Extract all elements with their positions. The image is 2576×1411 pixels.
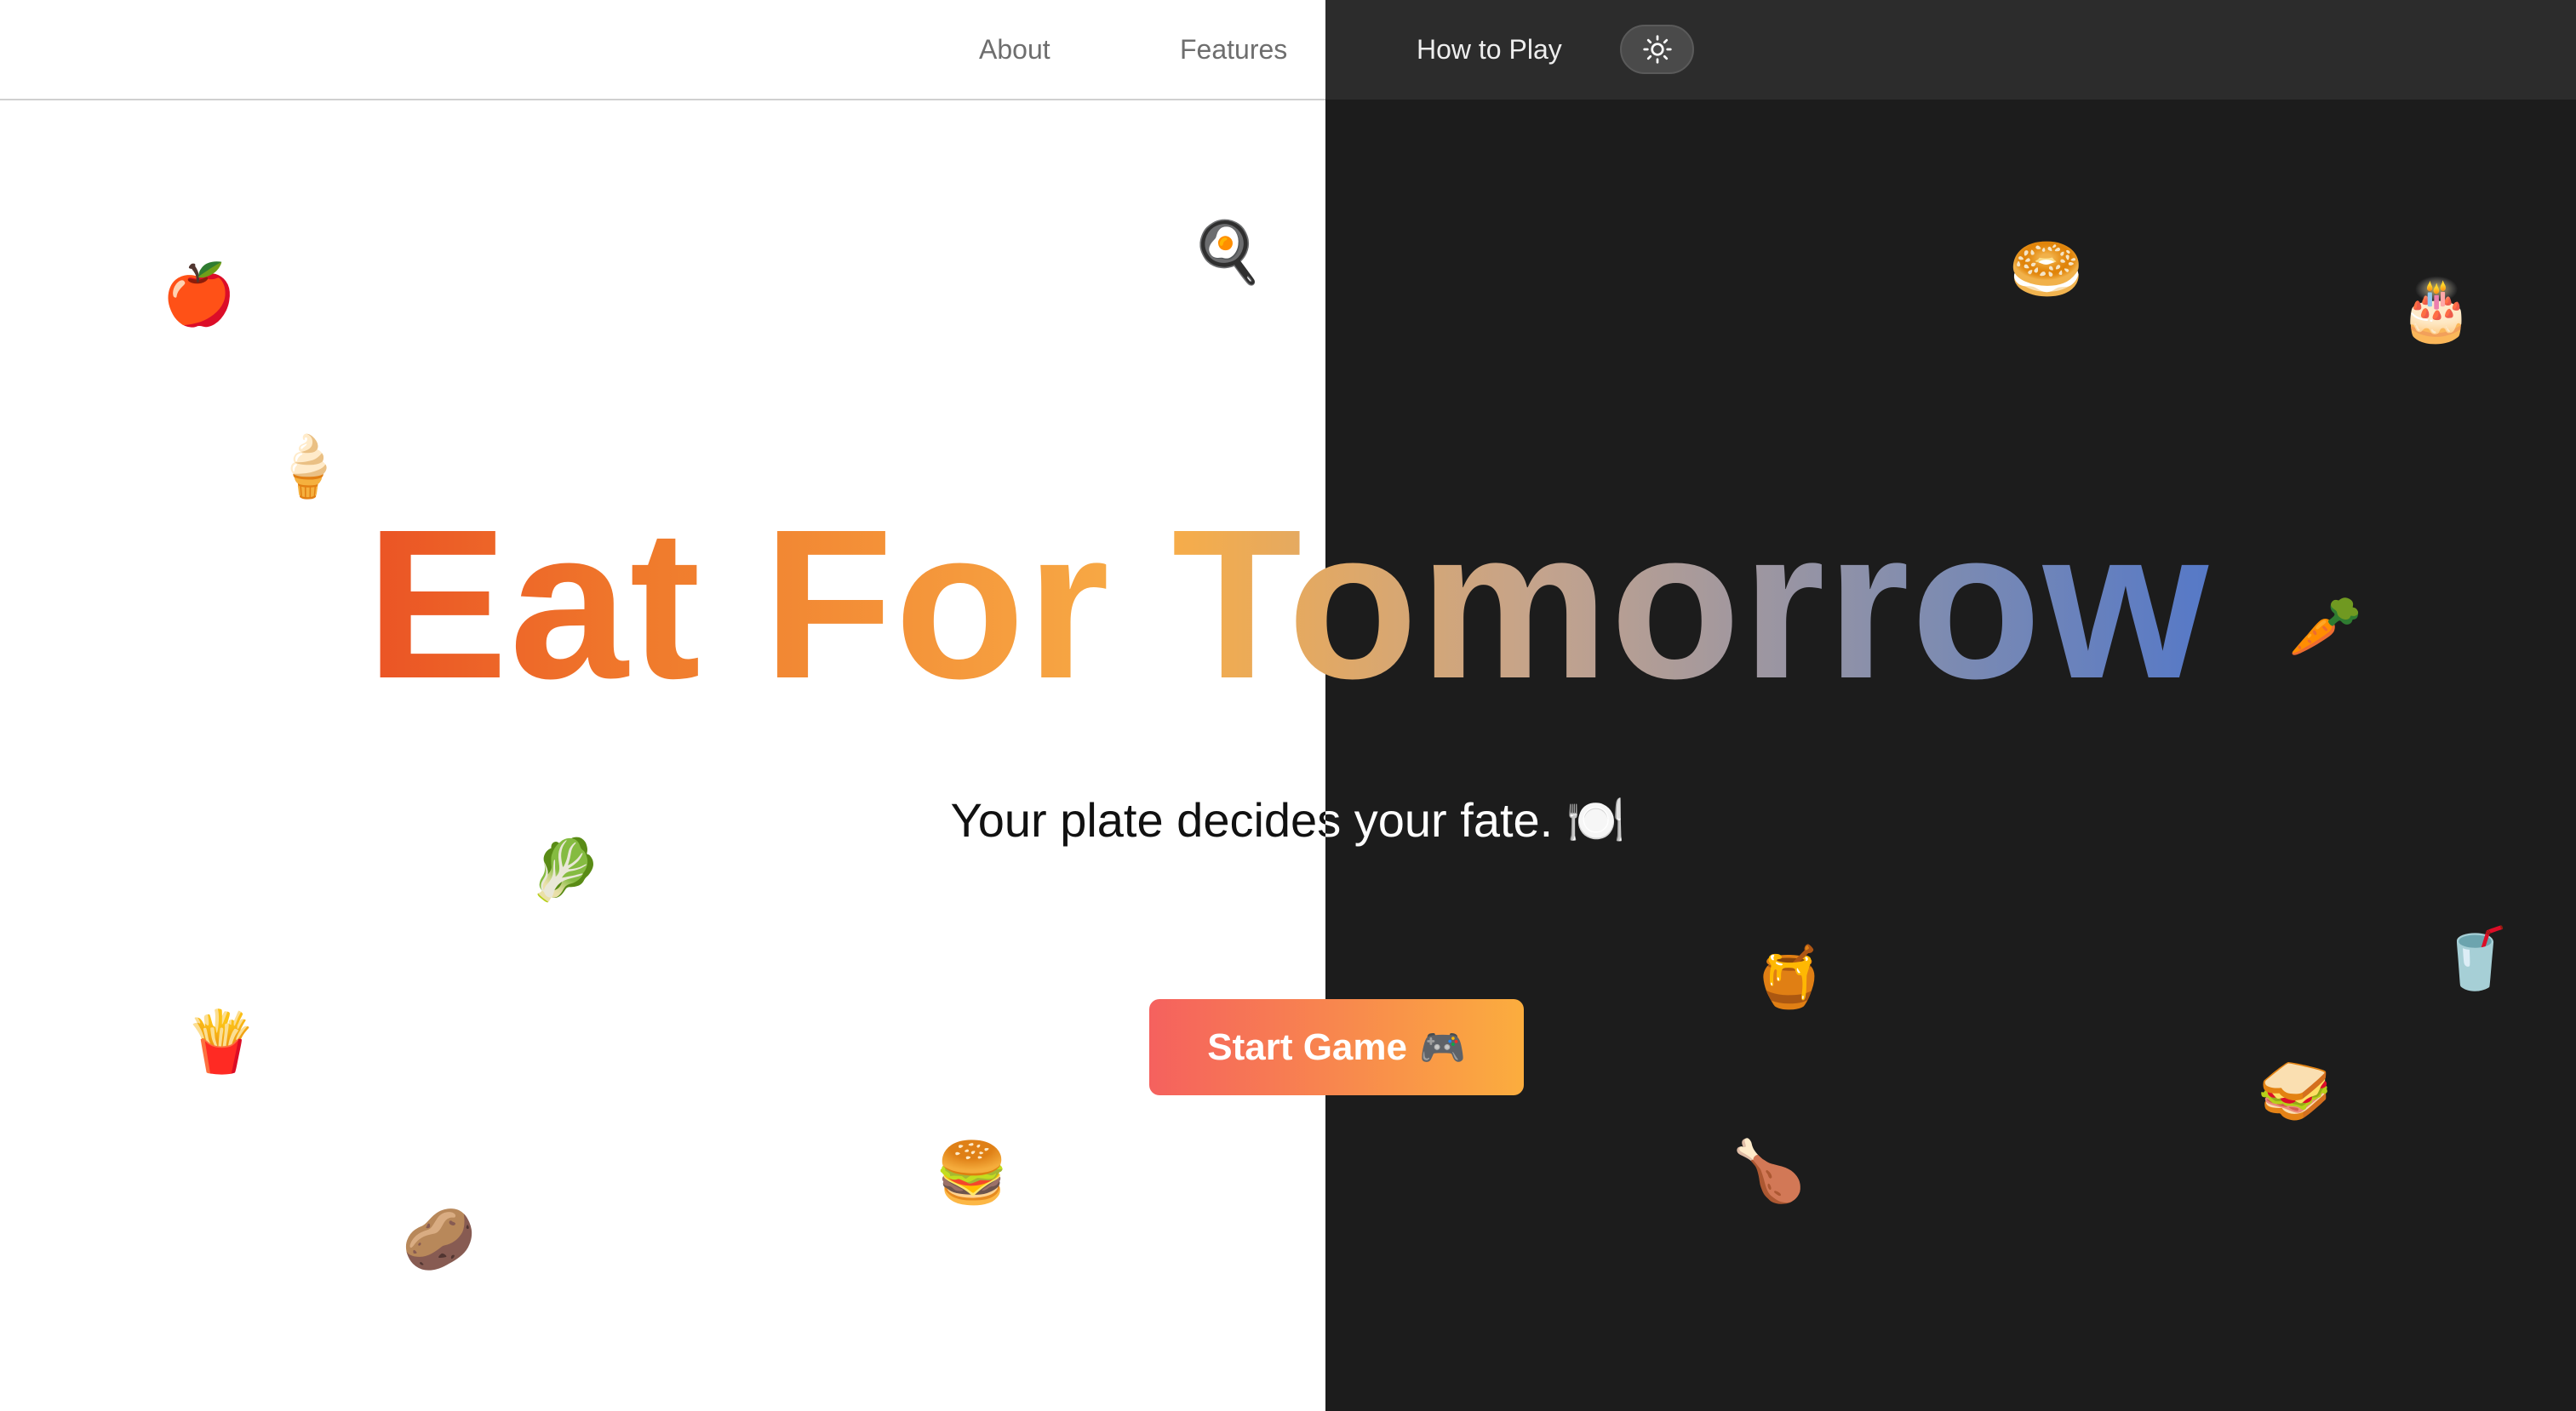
birthday-cake-icon: 🎂 (2399, 275, 2474, 345)
top-nav-light: About Features (0, 0, 1325, 100)
soft-drink-icon: 🥤 (2438, 923, 2513, 993)
sandwich-icon: 🥪 (2258, 1056, 2333, 1126)
theme-toggle-button[interactable] (1620, 25, 1694, 74)
gamepad-icon: 🎮 (1418, 1026, 1466, 1069)
start-game-label: Start Game (1207, 1025, 1407, 1068)
apple-icon: 🍎 (162, 260, 237, 329)
honey-pot-icon: 🍯 (1752, 942, 1827, 1012)
carrot-icon: 🥕 (2288, 591, 2363, 661)
start-game-button[interactable]: Start Game 🎮 (1149, 999, 1524, 1095)
hero-title: Eat For Tomorrow (0, 477, 2576, 732)
potato-icon: 🥔 (402, 1204, 477, 1274)
fried-egg-icon: 🍳 (1190, 217, 1265, 287)
top-nav-dark: How to Play (1325, 0, 2576, 100)
sun-icon (1642, 35, 1672, 64)
nav-link-about[interactable]: About (979, 31, 1050, 68)
ice-cream-icon: 🍦 (271, 431, 346, 501)
nav-link-how-to-play[interactable]: How to Play (1417, 31, 1562, 68)
french-fries-icon: 🍟 (184, 1007, 259, 1077)
lettuce-icon: 🥬 (528, 835, 603, 905)
nav-link-features[interactable]: Features (1180, 31, 1287, 68)
burger-icon: 🍔 (935, 1138, 1010, 1208)
chicken-leg-icon: 🍗 (1732, 1136, 1806, 1206)
bagel-icon: 🥯 (2009, 234, 2084, 304)
